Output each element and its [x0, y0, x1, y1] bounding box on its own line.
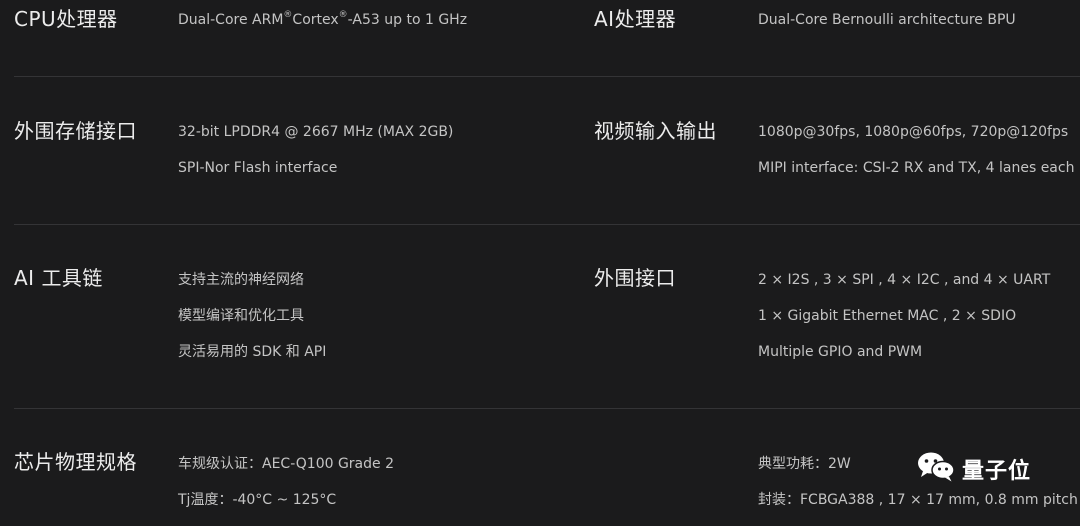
- spec-sheet: CPU处理器 Dual-Core ARM®Cortex®-A53 up to 1…: [0, 0, 1080, 517]
- ai-processor-details: Dual-Core Bernoulli architecture BPU: [758, 10, 1016, 46]
- ai-toolchain-line: 模型编译和优化工具: [178, 308, 304, 324]
- row-divider: [14, 76, 1080, 77]
- chip-physical-details: 车规级认证：AEC-Q100 Grade 2 Tj温度：-40°C ~ 125°…: [178, 454, 394, 526]
- ai-toolchain-line: 灵活易用的 SDK 和 API: [178, 344, 327, 360]
- ai-toolchain-title: AI 工具链: [14, 266, 103, 290]
- row-divider: [14, 224, 1080, 225]
- video-io-line: 1080p@30fps, 1080p@60fps, 720p@120fps: [758, 124, 1069, 140]
- peripheral-interfaces-details: 2 × I2S , 3 × SPI , 4 × I2C , and 4 × UA…: [758, 270, 1050, 378]
- cpu-details: Dual-Core ARM®Cortex®-A53 up to 1 GHz: [178, 10, 467, 46]
- video-io-title: 视频输入输出: [594, 119, 717, 143]
- peripheral-storage-details: 32-bit LPDDR4 @ 2667 MHz (MAX 2GB) SPI-N…: [178, 122, 453, 194]
- cpu-title: CPU处理器: [14, 7, 118, 31]
- peripheral-interfaces-title: 外围接口: [594, 266, 676, 290]
- video-io-line: MIPI interface: CSI-2 RX and TX, 4 lanes…: [758, 160, 1075, 176]
- ai-toolchain-line: 支持主流的神经网络: [178, 272, 304, 288]
- peripheral-storage-line: SPI-Nor Flash interface: [178, 160, 338, 176]
- ai-processor-title: AI处理器: [594, 7, 677, 31]
- watermark-text: 量子位: [962, 459, 1032, 484]
- peripheral-interfaces-line: Multiple GPIO and PWM: [758, 344, 923, 360]
- row-divider: [14, 408, 1080, 409]
- peripheral-interfaces-line: 1 × Gigabit Ethernet MAC , 2 × SDIO: [758, 308, 1017, 324]
- chip-power-line: 封装：FCBGA388 , 17 × 17 mm, 0.8 mm pitch: [758, 492, 1078, 508]
- cpu-line: Dual-Core ARM®Cortex®-A53 up to 1 GHz: [178, 10, 468, 29]
- peripheral-storage-title: 外围存储接口: [14, 119, 137, 143]
- peripheral-storage-line: 32-bit LPDDR4 @ 2667 MHz (MAX 2GB): [178, 124, 454, 140]
- watermark: 量子位: [916, 449, 1031, 489]
- video-io-details: 1080p@30fps, 1080p@60fps, 720p@120fps MI…: [758, 122, 1074, 194]
- chip-physical-line: 车规级认证：AEC-Q100 Grade 2: [178, 456, 394, 472]
- chip-physical-title: 芯片物理规格: [14, 450, 137, 474]
- ai-toolchain-details: 支持主流的神经网络 模型编译和优化工具 灵活易用的 SDK 和 API: [178, 270, 326, 378]
- ai-processor-line: Dual-Core Bernoulli architecture BPU: [758, 12, 1016, 28]
- wechat-icon: [916, 450, 956, 488]
- chip-physical-line: Tj温度：-40°C ~ 125°C: [178, 492, 337, 508]
- peripheral-interfaces-line: 2 × I2S , 3 × SPI , 4 × I2C , and 4 × UA…: [758, 272, 1051, 288]
